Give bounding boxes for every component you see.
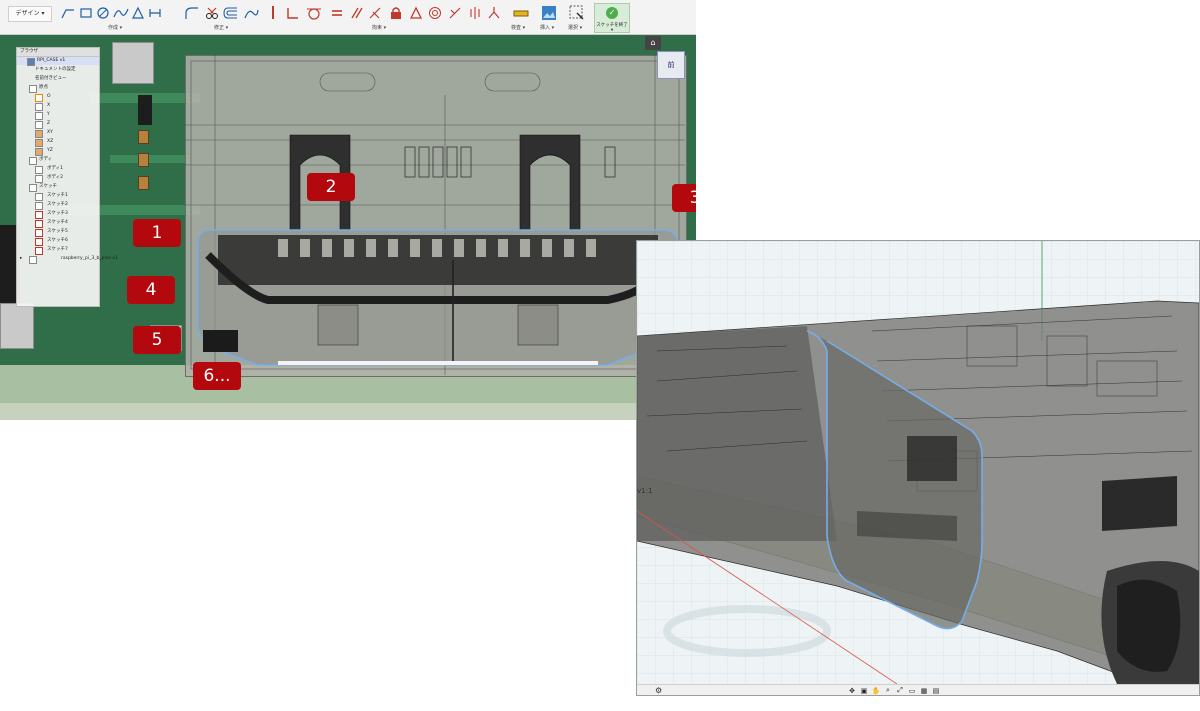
browser-item-yz[interactable]: YZ (17, 147, 99, 156)
inset-nav-tools: ✥ ▣ ✋ ⌕ ⤢ ▭ ▦ ▤ (847, 685, 941, 695)
browser-item-z[interactable]: Z (17, 120, 99, 129)
circle-icon[interactable] (96, 4, 110, 22)
lock-icon[interactable] (389, 4, 403, 22)
browser-item-doc-settings[interactable]: ドキュメントの設定 (17, 66, 99, 74)
callout-3: 3 (672, 184, 696, 212)
spline-icon[interactable] (113, 4, 129, 22)
browser-item-sketch5[interactable]: スケッチ5 (17, 228, 99, 237)
tangent-icon[interactable] (306, 4, 322, 22)
collinear-icon[interactable] (368, 4, 382, 22)
browser-item-raspberry[interactable]: ▸ raspberry_pi_3_b_plus v1 (17, 255, 118, 264)
browser-item-origin[interactable]: 原点 (17, 84, 99, 93)
check-icon: ✓ (606, 7, 618, 19)
capacitor (138, 130, 149, 144)
display-icon[interactable]: ▭ (907, 687, 917, 695)
browser-panel: ブラウザ RPI_CASE v1 ドキュメントの設定 名前付きビュー 原点 O … (16, 47, 118, 307)
capacitor (138, 153, 149, 167)
callout-4: 4 (127, 276, 175, 304)
look-at-icon[interactable]: ▣ (859, 687, 869, 695)
dimension-icon[interactable] (243, 4, 259, 22)
parallel-icon[interactable] (350, 4, 364, 22)
home-icon[interactable]: ⌂ (645, 36, 661, 50)
orbit-icon[interactable]: ✥ (847, 687, 857, 695)
browser-title: ブラウザ (17, 48, 99, 57)
concentric-icon[interactable] (428, 4, 442, 22)
canvas-viewport[interactable]: ⌂ 前 1 2 3 4 5 6... (0, 35, 696, 420)
callout-6: 6... (193, 362, 241, 390)
browser-item-sketch3[interactable]: スケッチ3 (17, 210, 99, 219)
toolbar: デザイン ▾ 作成 ▾ 修正 ▾ 拘束 ▾ 検査 ▾ 挿入 ▾ 選択 ▾ ✓ ス… (0, 0, 696, 35)
callout-2: 2 (307, 173, 355, 201)
browser-item-sketch6[interactable]: スケッチ6 (17, 237, 99, 246)
inset-partial-label: v1:1 (637, 487, 652, 495)
browser-item-bodies[interactable]: ボディ (17, 156, 99, 165)
browser-item-sketch1[interactable]: スケッチ1 (17, 192, 99, 201)
hdmi-port-opening (197, 229, 679, 366)
zoom-icon[interactable]: ⌕ (883, 686, 893, 695)
image-icon[interactable] (541, 4, 557, 22)
curvature-icon[interactable] (487, 4, 501, 22)
viewcube[interactable]: 前 (657, 51, 685, 79)
line-icon[interactable] (60, 4, 76, 22)
inset-screenshot: v1:1 ⚙ ✥ ▣ ✋ ⌕ ⤢ ▭ ▦ ▤ (636, 240, 1200, 696)
fillet-icon[interactable] (184, 4, 200, 22)
triangle-icon[interactable] (409, 4, 423, 22)
inset-3d-view[interactable]: v1:1 (637, 241, 1199, 685)
capacitor (138, 176, 149, 190)
browser-item-y[interactable]: Y (17, 111, 99, 120)
viewports-icon[interactable]: ▤ (931, 687, 941, 695)
inset-navigation-bar: ⚙ ✥ ▣ ✋ ⌕ ⤢ ▭ ▦ ▤ (637, 684, 1199, 695)
main-screenshot: デザイン ▾ 作成 ▾ 修正 ▾ 拘束 ▾ 検査 ▾ 挿入 ▾ 選択 ▾ ✓ ス… (0, 0, 696, 420)
browser-item-sketches[interactable]: スケッチ (17, 183, 99, 192)
insert-menu-label[interactable]: 挿入 ▾ (540, 24, 554, 31)
slot-icon[interactable] (148, 4, 162, 22)
finish-sketch-label: スケッチを終了 ▾ (596, 23, 628, 33)
measure-icon[interactable] (513, 4, 529, 22)
grey-component (112, 42, 154, 84)
browser-item-sketch7[interactable]: スケッチ7 (17, 246, 99, 255)
callout-1: 1 (133, 219, 181, 247)
pcb-trace (110, 155, 190, 163)
grid-icon[interactable]: ▦ (919, 687, 929, 695)
browser-item-x[interactable]: X (17, 102, 99, 111)
polygon-icon[interactable] (131, 4, 145, 22)
select-menu-label[interactable]: 選択 ▾ (568, 24, 582, 31)
finish-sketch-button[interactable]: ✓ スケッチを終了 ▾ (594, 3, 630, 33)
browser-item-named-views[interactable]: 名前付きビュー (17, 75, 99, 83)
browser-item-root[interactable]: RPI_CASE v1 (17, 57, 99, 66)
rectangle-icon[interactable] (79, 4, 93, 22)
browser-item-xy[interactable]: XY (17, 129, 99, 138)
symmetry-icon[interactable] (468, 4, 482, 22)
midpoint-icon[interactable] (448, 4, 462, 22)
modify-menu-label[interactable]: 修正 ▾ (214, 24, 228, 31)
workspace-switcher[interactable]: デザイン ▾ (8, 6, 52, 22)
browser-item-body2[interactable]: ボディ2 (17, 174, 99, 183)
equal-icon[interactable] (330, 4, 344, 22)
browser-item-sketch4[interactable]: スケッチ4 (17, 219, 99, 228)
pan-icon[interactable]: ✋ (871, 687, 881, 695)
fit-icon[interactable]: ⤢ (895, 686, 905, 695)
create-menu-label[interactable]: 作成 ▾ (108, 24, 122, 31)
callout-5: 5 (133, 326, 181, 354)
gear-icon[interactable]: ⚙ (655, 686, 662, 695)
black-component (138, 95, 152, 125)
ground-plane (0, 403, 696, 420)
select-icon[interactable] (569, 4, 585, 22)
perpendicular-icon[interactable] (285, 4, 299, 22)
browser-item-body1[interactable]: ボディ1 (17, 165, 99, 174)
trim-icon[interactable] (205, 4, 219, 22)
browser-item-origin-o[interactable]: O (17, 93, 99, 102)
offset-icon[interactable] (223, 4, 239, 22)
browser-item-xz[interactable]: XZ (17, 138, 99, 147)
browser-item-sketch2[interactable]: スケッチ2 (17, 201, 99, 210)
inspect-menu-label[interactable]: 検査 ▾ (511, 24, 525, 31)
constraints-menu-label[interactable]: 拘束 ▾ (372, 24, 386, 31)
coincident-icon[interactable] (268, 4, 278, 22)
grey-component (0, 303, 34, 349)
